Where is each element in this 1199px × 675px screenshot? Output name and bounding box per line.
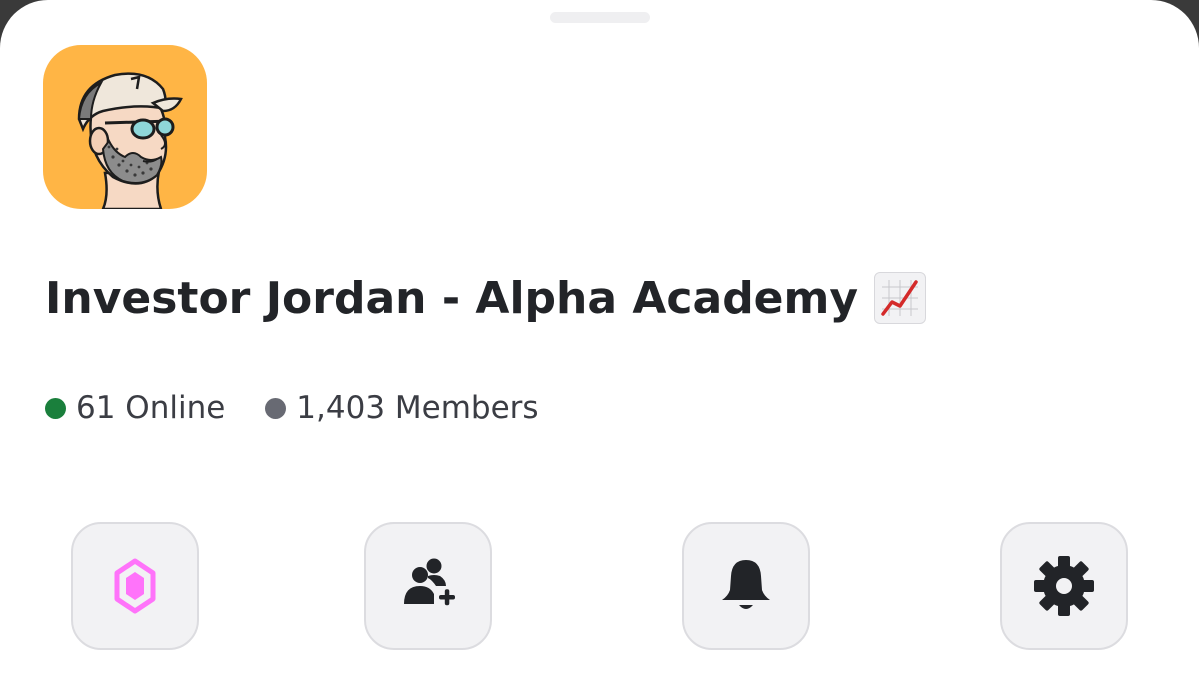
avatar-illustration	[77, 72, 183, 209]
boost-button[interactable]	[71, 522, 199, 650]
member-status-dot-icon	[265, 397, 287, 419]
settings-button[interactable]	[1000, 522, 1128, 650]
invite-button[interactable]	[364, 522, 492, 650]
online-count: 61 Online	[45, 390, 225, 426]
gear-icon	[1034, 556, 1094, 616]
notifications-button[interactable]	[682, 522, 810, 650]
server-actions	[0, 522, 1199, 654]
chart-increasing-emoji-icon	[874, 272, 927, 324]
member-count: 1,403 Members	[265, 390, 539, 426]
server-name-row: Investor Jordan - Alpha Academy	[45, 272, 927, 324]
nitro-boost-gem-icon	[114, 558, 156, 614]
bell-icon	[722, 560, 770, 609]
member-stats: 61 Online 1,403 Members	[45, 390, 579, 426]
server-name: Investor Jordan - Alpha Academy	[45, 272, 859, 324]
drag-handle[interactable]	[550, 12, 650, 23]
member-count-label: 1,403 Members	[296, 390, 539, 426]
online-count-label: 61 Online	[76, 390, 226, 426]
server-profile-sheet: Investor Jordan - Alpha Academy 61 Onlin…	[0, 0, 1199, 675]
add-member-icon	[404, 558, 455, 606]
server-icon[interactable]	[43, 45, 207, 209]
online-status-dot-icon	[45, 397, 66, 419]
